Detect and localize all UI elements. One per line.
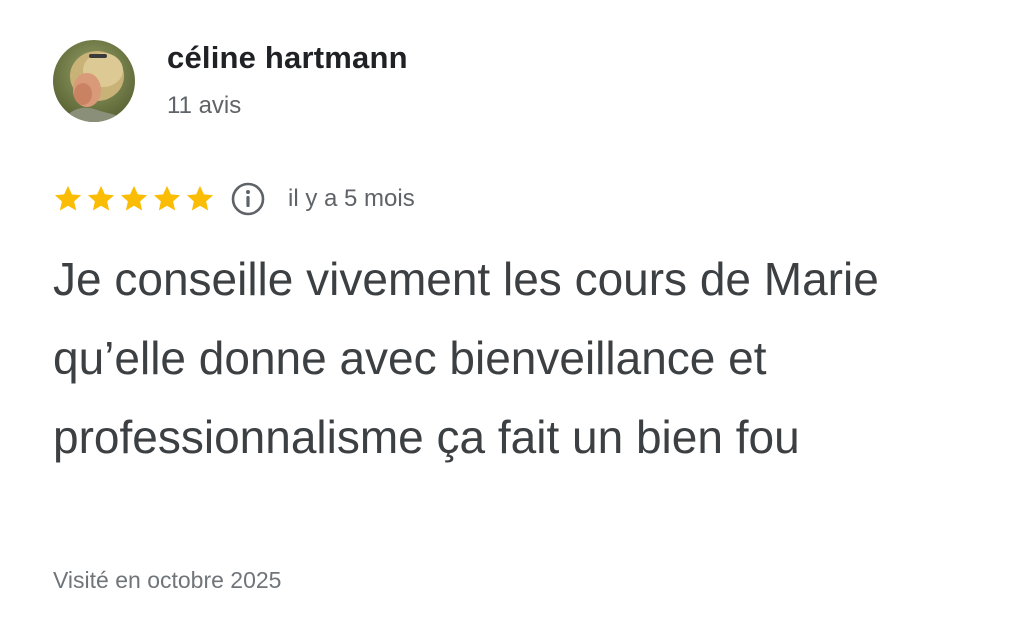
review-relative-date: il y a 5 mois	[288, 185, 415, 212]
author-avatar[interactable]	[53, 40, 135, 122]
star-icon	[54, 185, 82, 211]
info-circle-icon[interactable]	[230, 181, 266, 217]
star-rating	[52, 183, 216, 215]
review-card: céline hartmann 11 avis il y a 5 mois Je…	[0, 0, 1024, 620]
star-icon	[120, 185, 148, 211]
avatar-photo	[53, 40, 135, 122]
star-icon	[186, 185, 214, 211]
author-name[interactable]: céline hartmann	[167, 40, 408, 76]
star-icon	[87, 185, 115, 211]
author-review-count: 11 avis	[167, 92, 242, 119]
visit-date: Visité en octobre 2025	[53, 567, 282, 593]
review-text: Je conseille vivement les cours de Marie…	[53, 253, 879, 463]
rating-row: il y a 5 mois	[52, 179, 415, 219]
star-icon	[153, 185, 181, 211]
